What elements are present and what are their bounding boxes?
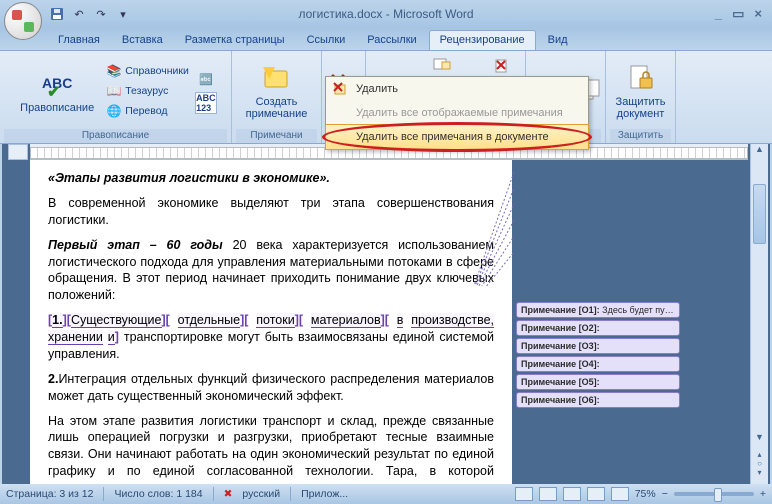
translate-label: Перевод [125, 105, 167, 117]
group-protect-label: Защитить [610, 129, 671, 143]
protect-label: Защитить документ [616, 96, 666, 120]
menu-delete-all-label: Удалить все примечания в документе [356, 131, 549, 143]
menu-delete-shown: Удалить все отображаемые примечания [326, 101, 588, 125]
doc-paragraph-commented: [1.][Существующие][ отдельные][ потоки][… [48, 312, 494, 363]
comment-balloon[interactable]: Примечание [О1]: Здесь будет пункт 1 [516, 302, 680, 318]
comment-balloon[interactable]: Примечание [О6]: [516, 392, 680, 408]
window-title: логистика.docx - Microsoft Word [298, 7, 473, 21]
comment-connectors [464, 166, 516, 286]
reject-button[interactable] [491, 54, 513, 76]
tab-layout[interactable]: Разметка страницы [175, 31, 295, 50]
zoom-slider[interactable] [674, 492, 754, 496]
new-comment-icon [260, 62, 292, 94]
abc-check-icon: ABC✔ [41, 68, 73, 100]
zoom-level[interactable]: 75% [635, 488, 656, 500]
word-count-button[interactable]: ABC123 [195, 92, 217, 114]
group-proofing-label: Правописание [4, 129, 227, 143]
thesaurus-label: Тезаурус [125, 85, 168, 97]
qat-undo-icon[interactable]: ↶ [70, 5, 88, 23]
menu-delete-all[interactable]: Удалить все примечания в документе [325, 124, 589, 150]
view-web-layout-button[interactable] [563, 487, 581, 501]
scroll-thumb[interactable] [753, 184, 766, 244]
browse-object-icon[interactable]: ○ [757, 459, 762, 468]
scroll-down-icon[interactable]: ▼ [751, 432, 768, 448]
ruler-toggle-button[interactable] [8, 144, 28, 160]
new-comment-label: Создать примечание [246, 96, 308, 120]
qat-dropdown-icon[interactable]: ▾ [114, 5, 132, 23]
thesaurus-icon: 📖 [106, 83, 122, 99]
spelling-label: Правописание [20, 102, 94, 114]
research-label: Справочники [125, 65, 189, 77]
balloons-button[interactable] [431, 54, 453, 76]
menu-delete-label: Удалить [356, 83, 398, 95]
zoom-out-button[interactable]: − [662, 488, 668, 500]
doc-paragraph: В современной экономике выделяют три эта… [48, 195, 494, 229]
close-button[interactable]: × [754, 6, 762, 22]
delete-comment-menu: Удалить Удалить все отображаемые примеча… [325, 76, 589, 150]
next-page-icon[interactable]: ▾ [757, 468, 761, 477]
status-page[interactable]: Страница: 3 из 12 [6, 488, 93, 500]
zoom-in-button[interactable]: + [760, 488, 766, 500]
qat-save-icon[interactable] [48, 5, 66, 23]
menu-delete-shown-label: Удалить все отображаемые примечания [356, 107, 563, 119]
proofing-status-icon[interactable]: ✖ [224, 488, 233, 500]
view-print-layout-button[interactable] [515, 487, 533, 501]
doc-paragraph: 2.2.Интеграция отдельных функций физичес… [48, 371, 494, 405]
group-comments-label: Примечани [236, 129, 317, 143]
new-comment-button[interactable]: Создать примечание [240, 60, 314, 122]
scroll-up-icon[interactable]: ▲ [751, 144, 768, 160]
tab-insert[interactable]: Вставка [112, 31, 173, 50]
tab-references[interactable]: Ссылки [297, 31, 356, 50]
restore-button[interactable]: ▭ [732, 6, 744, 22]
view-full-screen-button[interactable] [539, 487, 557, 501]
status-word-count[interactable]: Число слов: 1 184 [114, 488, 202, 500]
status-attachments[interactable]: Прилож... [301, 488, 348, 500]
tab-mailings[interactable]: Рассылки [357, 31, 426, 50]
tab-review[interactable]: Рецензирование [429, 30, 536, 50]
prev-page-icon[interactable]: ▴ [757, 450, 761, 459]
delete-x-icon [332, 81, 348, 97]
office-button[interactable] [4, 2, 42, 40]
globe-icon: 🌐 [106, 103, 122, 119]
thesaurus-button[interactable]: 📖Тезаурус [104, 82, 191, 100]
minimize-button[interactable]: _ [715, 6, 722, 22]
status-language[interactable]: русский [242, 488, 280, 500]
menu-delete[interactable]: Удалить [326, 77, 588, 101]
comment-balloon[interactable]: Примечание [О5]: [516, 374, 680, 390]
books-icon: 📚 [106, 63, 122, 79]
document-page[interactable]: «Этапы развития логистики в экономике». … [30, 160, 512, 484]
comments-pane: Примечание [О1]: Здесь будет пункт 1 При… [512, 160, 684, 484]
protect-document-button[interactable]: Защитить документ [610, 60, 672, 122]
research-button[interactable]: 📚Справочники [104, 62, 191, 80]
view-outline-button[interactable] [587, 487, 605, 501]
comment-balloon[interactable]: Примечание [О4]: [516, 356, 680, 372]
qat-redo-icon[interactable]: ↷ [92, 5, 110, 23]
doc-paragraph: На этом этапе развития логистики транспо… [48, 413, 494, 485]
doc-heading: «Этапы развития логистики в экономике». [48, 170, 494, 187]
set-language-button[interactable]: 🔤 [195, 68, 217, 90]
doc-paragraph: Первый этап – 60 годы 20 века характериз… [48, 237, 494, 305]
comment-balloon[interactable]: Примечание [О3]: [516, 338, 680, 354]
spelling-button[interactable]: ABC✔ Правописание [14, 66, 100, 116]
view-draft-button[interactable] [611, 487, 629, 501]
tab-view[interactable]: Вид [538, 31, 578, 50]
comment-balloon[interactable]: Примечание [О2]: [516, 320, 680, 336]
lock-document-icon [625, 62, 657, 94]
tab-home[interactable]: Главная [48, 31, 110, 50]
vertical-scrollbar[interactable]: ▲ ▼ ▴○▾ [750, 144, 768, 484]
translate-button[interactable]: 🌐Перевод [104, 102, 191, 120]
